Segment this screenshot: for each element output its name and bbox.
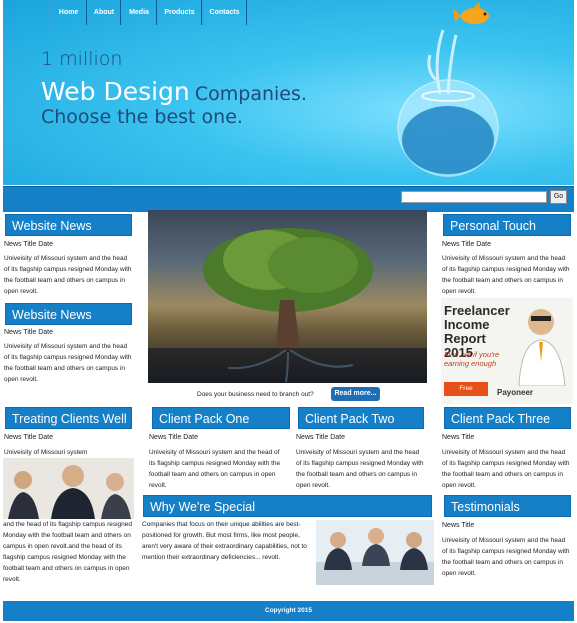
go-button[interactable]: Go (550, 190, 567, 204)
meeting-photo (316, 520, 434, 585)
ad-subtitle: Find out if you're earning enough (444, 350, 500, 368)
treating-clients-text: and the head of its flagship campus resi… (3, 521, 133, 583)
client-pack-two-text: Univeisity of Missouri system and the he… (296, 449, 424, 489)
client-pack-three-title: Client Pack Three (444, 407, 571, 429)
client-pack-one-head: News Title Date (149, 434, 199, 441)
read-more-button[interactable]: Read more... (331, 387, 380, 401)
footer: Copyright 2015 (3, 601, 574, 621)
nav-home[interactable]: Home (50, 0, 87, 25)
personal-touch-title: Personal Touch (443, 214, 571, 236)
ad-person-image (518, 309, 566, 386)
nav-products[interactable]: Products (157, 0, 202, 25)
website-news-head-1: News Title Date (4, 241, 54, 248)
banner-line2-small: Companies. (194, 83, 307, 105)
client-pack-three-text: Univeisity of Missouri system and the he… (442, 449, 570, 489)
treating-clients-head: News Title Date (4, 434, 54, 441)
client-pack-one-title: Client Pack One (152, 407, 290, 429)
why-special-text: Companies that focus on their unique abi… (142, 521, 307, 561)
nav-media[interactable]: Media (121, 0, 157, 25)
website-news-title-2: Website News (5, 303, 132, 325)
client-pack-two-head: News Title Date (296, 434, 346, 441)
client-pack-two-title: Client Pack Two (298, 407, 424, 429)
team-photo (3, 458, 134, 519)
fishbowl-image (397, 2, 499, 177)
treating-clients-intro: Univeisity of Missouri system (4, 449, 88, 456)
ad-logo: Payoneer (497, 388, 534, 397)
banner-line1: 1 million (41, 48, 123, 70)
website-news-text-2: Univeisity of Missouri system and the he… (4, 343, 132, 383)
website-news-head-2: News Title Date (4, 329, 54, 336)
nav-contacts[interactable]: Contacts (202, 0, 247, 25)
banner-line3: Choose the best one. (41, 106, 243, 128)
freelancer-ad[interactable]: Freelancer Income Report 2015 Find out i… (441, 298, 573, 404)
banner-line2-big: Web Design (41, 77, 190, 106)
search-input[interactable] (401, 191, 547, 203)
testimonials-title: Testimonials (444, 495, 571, 517)
banner-line2: Web Design Companies. (41, 77, 307, 106)
client-pack-one-text: Univeisity of Missouri system and the he… (149, 449, 281, 489)
client-pack-three-head: News Title (442, 434, 475, 441)
ad-download-button[interactable]: Free Download (444, 382, 488, 404)
website-news-text-1: Univeisity of Missouri system and the he… (4, 255, 132, 295)
website-news-title-1: Website News (5, 214, 132, 236)
tree-caption: Does your business need to branch out? (197, 391, 314, 398)
testimonials-head: News Title (442, 522, 475, 529)
header-banner: 1 million Web Design Companies. Choose t… (3, 0, 574, 185)
tree-image (148, 210, 427, 383)
personal-touch-head: News Title Date (442, 241, 492, 248)
treating-clients-title: Treating Clients Well (5, 407, 132, 429)
nav-about[interactable]: About (87, 0, 121, 25)
personal-touch-text: Univeisity of Missouri system and the he… (442, 255, 570, 295)
testimonials-text: Univeisity of Missouri system and the he… (442, 537, 570, 577)
why-special-title: Why We're Special (143, 495, 432, 517)
